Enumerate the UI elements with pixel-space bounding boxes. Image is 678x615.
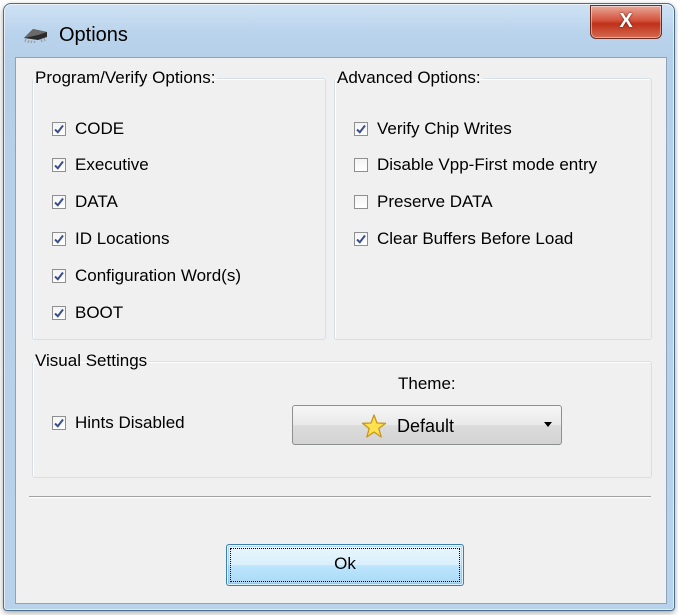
checkbox-box[interactable] — [354, 232, 368, 246]
checkbox-code[interactable]: CODE — [52, 118, 124, 140]
theme-label: Theme: — [398, 374, 456, 393]
close-button[interactable]: X — [590, 5, 662, 39]
dialog-client-area: Program/Verify Options: CODE Executive D… — [15, 57, 667, 604]
checkbox-executive[interactable]: Executive — [52, 154, 149, 176]
checkbox-box[interactable] — [354, 158, 368, 172]
star-icon — [361, 414, 387, 438]
chevron-down-icon — [544, 422, 552, 427]
checkbox-hints-disabled-label: Hints Disabled — [75, 413, 185, 432]
checkbox-verify-chip-writes[interactable]: Verify Chip Writes — [354, 118, 512, 140]
title-bar[interactable]: Options X — [4, 4, 674, 56]
visual-settings-legend: Visual Settings — [35, 351, 148, 370]
checkbox-box[interactable] — [52, 306, 66, 320]
theme-dropdown-value: Default — [397, 416, 455, 436]
checkbox-boot[interactable]: BOOT — [52, 302, 123, 324]
checkbox-box[interactable] — [52, 122, 66, 136]
checkbox-box[interactable] — [354, 122, 368, 136]
theme-dropdown[interactable]: Default — [292, 405, 562, 445]
checkbox-disable-vpp-first-label: Disable Vpp-First mode entry — [377, 155, 598, 174]
separator-line — [29, 496, 651, 498]
options-window: Options X Program/Verify Options: CODE E… — [3, 3, 675, 611]
window-title: Options — [59, 24, 128, 46]
checkbox-preserve-data[interactable]: Preserve DATA — [354, 191, 493, 213]
checkbox-preserve-data-label: Preserve DATA — [377, 192, 493, 211]
checkbox-verify-chip-writes-label: Verify Chip Writes — [377, 119, 512, 138]
checkbox-id-locations-label: ID Locations — [75, 229, 170, 248]
checkbox-box[interactable] — [52, 158, 66, 172]
checkbox-hints-disabled[interactable]: Hints Disabled — [52, 412, 185, 434]
checkbox-configuration-words[interactable]: Configuration Word(s) — [52, 265, 241, 287]
advanced-options-legend: Advanced Options: — [337, 68, 481, 87]
checkbox-code-label: CODE — [75, 119, 125, 138]
checkbox-boot-label: BOOT — [75, 303, 124, 322]
checkbox-id-locations[interactable]: ID Locations — [52, 228, 170, 250]
checkbox-executive-label: Executive — [75, 155, 149, 174]
checkbox-box[interactable] — [52, 269, 66, 283]
close-icon: X — [619, 10, 633, 32]
checkbox-box[interactable] — [52, 232, 66, 246]
checkbox-box[interactable] — [52, 195, 66, 209]
checkbox-data-label: DATA — [75, 192, 118, 211]
checkbox-clear-buffers[interactable]: Clear Buffers Before Load — [354, 228, 573, 250]
ok-button[interactable]: Ok — [226, 544, 464, 586]
checkbox-disable-vpp-first[interactable]: Disable Vpp-First mode entry — [354, 154, 597, 176]
checkbox-box[interactable] — [354, 195, 368, 209]
checkbox-configuration-words-label: Configuration Word(s) — [75, 266, 241, 285]
checkbox-box[interactable] — [52, 416, 66, 430]
chip-icon — [24, 29, 47, 43]
checkbox-data[interactable]: DATA — [52, 191, 118, 213]
program-verify-legend: Program/Verify Options: — [35, 68, 216, 87]
checkbox-clear-buffers-label: Clear Buffers Before Load — [377, 229, 574, 248]
